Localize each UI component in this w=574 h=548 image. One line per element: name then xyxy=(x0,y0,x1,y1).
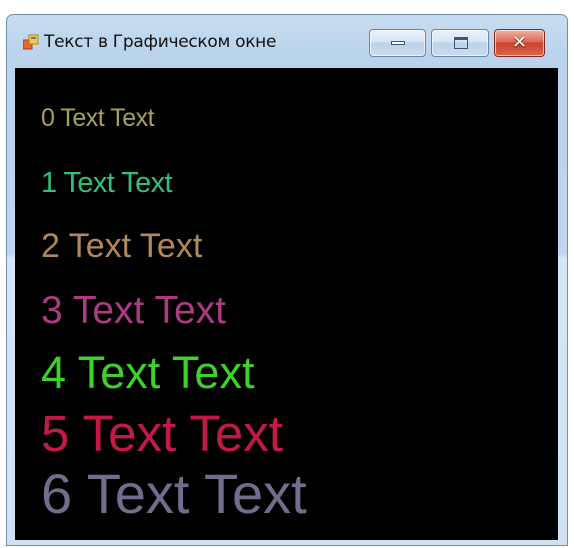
maximize-icon xyxy=(454,37,468,49)
text-line-3: 3 Text Text xyxy=(41,289,227,332)
text-line-5: 5 Text Text xyxy=(41,405,283,462)
graphics-canvas: 0 Text Text 1 Text Text 2 Text Text 3 Te… xyxy=(15,68,558,540)
close-icon: ✕ xyxy=(511,32,528,53)
title-bar[interactable]: Текст в Графическом окне ✕ xyxy=(7,15,567,67)
maximize-button[interactable] xyxy=(431,29,489,57)
text-line-6: 6 Text Text xyxy=(41,462,307,525)
text-line-1: 1 Text Text xyxy=(41,167,173,199)
window-title: Текст в Графическом окне xyxy=(44,32,277,52)
text-line-4: 4 Text Text xyxy=(41,347,255,398)
text-line-0: 0 Text Text xyxy=(41,104,155,132)
minimize-icon xyxy=(391,41,405,45)
text-line-2: 2 Text Text xyxy=(41,227,203,265)
application-icon xyxy=(23,34,39,50)
minimize-button[interactable] xyxy=(369,29,426,57)
close-button[interactable]: ✕ xyxy=(494,29,545,57)
app-window: Текст в Графическом окне ✕ 0 Text Text 1… xyxy=(6,14,568,546)
